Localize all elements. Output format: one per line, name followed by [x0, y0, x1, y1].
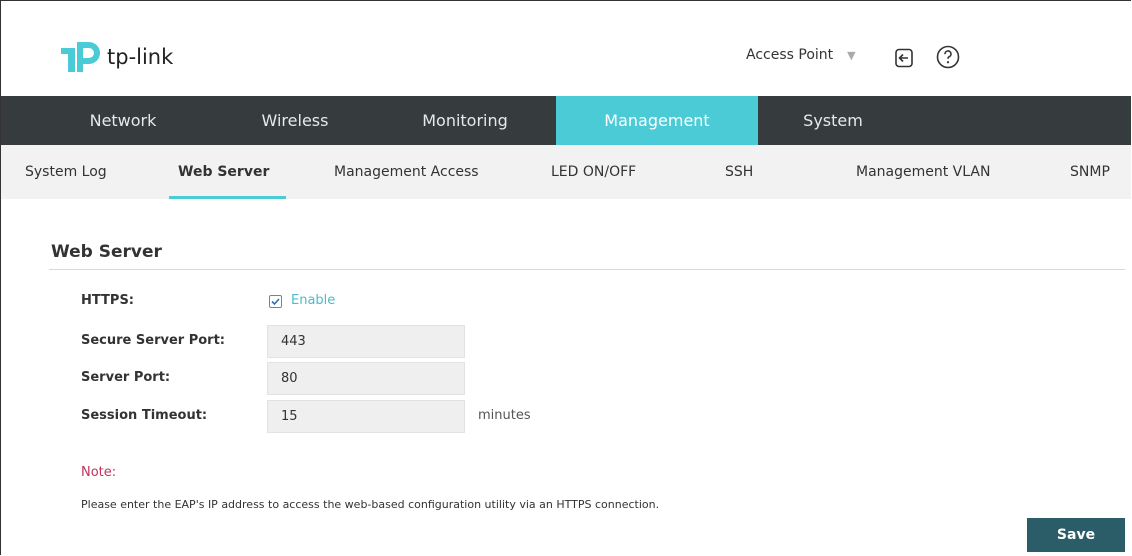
main-nav: Network Wireless Monitoring Management S… — [1, 96, 1131, 145]
mode-selector[interactable]: Access Point ▼ — [746, 47, 856, 63]
tp-link-logo-icon — [61, 42, 100, 72]
app-window: tp-link Access Point ▼ Network Wireless … — [0, 0, 1131, 555]
subtab-ssh[interactable]: SSH — [725, 145, 753, 199]
tab-management[interactable]: Management — [556, 96, 758, 145]
note-title: Note: — [81, 465, 117, 480]
section-divider — [49, 269, 1125, 270]
session-timeout-label: Session Timeout: — [81, 408, 208, 423]
note-text: Please enter the EAP's IP address to acc… — [81, 498, 660, 511]
chevron-down-icon: ▼ — [847, 48, 856, 62]
active-subtab-indicator — [169, 196, 286, 199]
save-button[interactable]: Save — [1027, 518, 1125, 552]
session-timeout-unit: minutes — [478, 408, 531, 423]
session-timeout-input[interactable] — [267, 400, 465, 433]
server-port-input[interactable] — [267, 362, 465, 395]
checkbox-checked-icon — [271, 298, 280, 306]
logo[interactable]: tp-link — [59, 40, 173, 74]
header: tp-link Access Point ▼ — [1, 1, 1131, 96]
subtab-web-server[interactable]: Web Server — [178, 145, 269, 199]
subtab-system-log[interactable]: System Log — [25, 145, 107, 199]
https-enable-checkbox[interactable] — [269, 295, 282, 308]
subtab-led-on-off[interactable]: LED ON/OFF — [551, 145, 636, 199]
secure-server-port-input[interactable] — [267, 325, 465, 358]
tab-wireless[interactable]: Wireless — [225, 96, 365, 145]
https-enable-label[interactable]: Enable — [291, 293, 335, 308]
subtab-management-vlan[interactable]: Management VLAN — [856, 145, 990, 199]
mode-label: Access Point — [746, 47, 834, 63]
section-title: Web Server — [51, 242, 162, 262]
secure-server-port-label: Secure Server Port: — [81, 333, 225, 348]
tab-network[interactable]: Network — [53, 96, 193, 145]
sub-nav: System Log Web Server Management Access … — [1, 145, 1131, 199]
logout-icon[interactable] — [894, 48, 914, 68]
server-port-label: Server Port: — [81, 370, 171, 385]
tab-monitoring[interactable]: Monitoring — [395, 96, 535, 145]
help-icon[interactable] — [936, 45, 960, 69]
https-label: HTTPS: — [81, 293, 135, 308]
logo-text: tp-link — [107, 45, 174, 69]
tab-system[interactable]: System — [763, 96, 903, 145]
subtab-snmp[interactable]: SNMP — [1070, 145, 1110, 199]
subtab-management-access[interactable]: Management Access — [334, 145, 479, 199]
